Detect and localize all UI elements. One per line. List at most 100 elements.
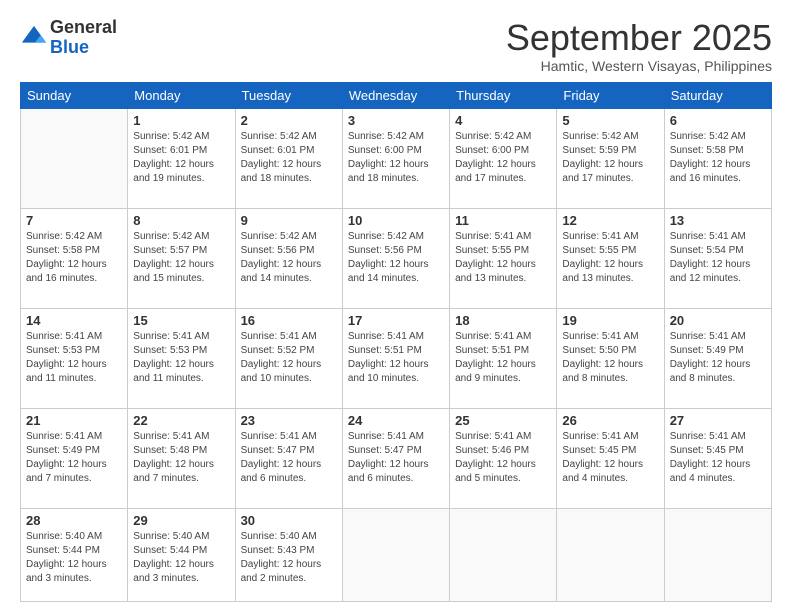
table-row: 10Sunrise: 5:42 AM Sunset: 5:56 PM Dayli… <box>342 208 449 308</box>
day-number: 8 <box>133 213 229 228</box>
day-number: 29 <box>133 513 229 528</box>
month-title: September 2025 <box>506 18 772 58</box>
day-info: Sunrise: 5:41 AM Sunset: 5:53 PM Dayligh… <box>26 330 122 386</box>
day-info: Sunrise: 5:41 AM Sunset: 5:55 PM Dayligh… <box>562 230 658 286</box>
table-row: 14 Sunrise: 5:41 AM Sunset: 5:53 PM Dayli… <box>21 308 128 408</box>
table-row: 11 Sunrise: 5:41 AM Sunset: 5:55 PM Dayli… <box>450 208 557 308</box>
day-info: Sunrise: 5:42 AM Sunset: 6:01 PM Dayligh… <box>133 130 229 186</box>
col-thursday: Thursday <box>450 82 557 108</box>
day-number: 28 <box>26 513 122 528</box>
day-info: Sunrise: 5:42 AM Sunset: 5:56 PM Dayligh… <box>241 230 337 286</box>
logo-icon <box>20 24 48 52</box>
col-wednesday: Wednesday <box>342 82 449 108</box>
day-number: 12 <box>562 213 658 228</box>
table-row <box>664 508 771 601</box>
col-friday: Friday <box>557 82 664 108</box>
day-info: Sunrise: 5:41 AM Sunset: 5:55 PM Dayligh… <box>455 230 551 286</box>
day-number: 13 <box>670 213 766 228</box>
table-row: 8 Sunrise: 5:42 AM Sunset: 5:57 PM Daylig… <box>128 208 235 308</box>
table-row: 26Sunrise: 5:41 AM Sunset: 5:45 PM Dayli… <box>557 408 664 508</box>
day-info: Sunrise: 5:41 AM Sunset: 5:48 PM Dayligh… <box>133 430 229 486</box>
day-number: 23 <box>241 413 337 428</box>
table-row: 5Sunrise: 5:42 AM Sunset: 5:59 PM Daylig… <box>557 108 664 208</box>
day-info: Sunrise: 5:41 AM Sunset: 5:51 PM Dayligh… <box>455 330 551 386</box>
day-number: 6 <box>670 113 766 128</box>
day-info: Sunrise: 5:42 AM Sunset: 5:58 PM Dayligh… <box>670 130 766 186</box>
day-number: 22 <box>133 413 229 428</box>
day-number: 19 <box>562 313 658 328</box>
table-row: 20 Sunrise: 5:41 AM Sunset: 5:49 PM Dayli… <box>664 308 771 408</box>
day-number: 2 <box>241 113 337 128</box>
day-number: 30 <box>241 513 337 528</box>
calendar-header-row: Sunday Monday Tuesday Wednesday Thursday… <box>21 82 772 108</box>
table-row <box>557 508 664 601</box>
table-row: 19 Sunrise: 5:41 AM Sunset: 5:50 PM Dayli… <box>557 308 664 408</box>
table-row: 7 Sunrise: 5:42 AM Sunset: 5:58 PM Daylig… <box>21 208 128 308</box>
day-info: Sunrise: 5:41 AM Sunset: 5:49 PM Dayligh… <box>26 430 122 486</box>
table-row: 29 Sunrise: 5:40 AM Sunset: 5:44 PM Dayli… <box>128 508 235 601</box>
day-number: 11 <box>455 213 551 228</box>
day-number: 16 <box>241 313 337 328</box>
page-header: General Blue September 2025 Hamtic, West… <box>20 18 772 74</box>
day-info: Sunrise: 5:40 AM Sunset: 5:44 PM Dayligh… <box>133 530 229 586</box>
table-row: 24 Sunrise: 5:41 AM Sunset: 5:47 PM Dayli… <box>342 408 449 508</box>
day-info: Sunrise: 5:41 AM Sunset: 5:47 PM Dayligh… <box>348 430 444 486</box>
day-info: Sunrise: 5:42 AM Sunset: 6:00 PM Dayligh… <box>348 130 444 186</box>
table-row: 22 Sunrise: 5:41 AM Sunset: 5:48 PM Dayli… <box>128 408 235 508</box>
day-number: 20 <box>670 313 766 328</box>
table-row: 18 Sunrise: 5:41 AM Sunset: 5:51 PM Dayli… <box>450 308 557 408</box>
day-info: Sunrise: 5:41 AM Sunset: 5:46 PM Dayligh… <box>455 430 551 486</box>
day-info: Sunrise: 5:41 AM Sunset: 5:50 PM Dayligh… <box>562 330 658 386</box>
day-number: 24 <box>348 413 444 428</box>
day-number: 26 <box>562 413 658 428</box>
table-row: 2 Sunrise: 5:42 AM Sunset: 6:01 PM Daylig… <box>235 108 342 208</box>
day-number: 5 <box>562 113 658 128</box>
day-info: Sunrise: 5:41 AM Sunset: 5:51 PM Dayligh… <box>348 330 444 386</box>
table-row: 15 Sunrise: 5:41 AM Sunset: 5:53 PM Dayli… <box>128 308 235 408</box>
day-info: Sunrise: 5:41 AM Sunset: 5:54 PM Dayligh… <box>670 230 766 286</box>
day-number: 3 <box>348 113 444 128</box>
table-row: 4Sunrise: 5:42 AM Sunset: 6:00 PM Daylig… <box>450 108 557 208</box>
day-info: Sunrise: 5:42 AM Sunset: 6:00 PM Dayligh… <box>455 130 551 186</box>
day-number: 14 <box>26 313 122 328</box>
day-info: Sunrise: 5:42 AM Sunset: 6:01 PM Dayligh… <box>241 130 337 186</box>
logo: General Blue <box>20 18 117 58</box>
table-row: 9 Sunrise: 5:42 AM Sunset: 5:56 PM Daylig… <box>235 208 342 308</box>
day-info: Sunrise: 5:41 AM Sunset: 5:53 PM Dayligh… <box>133 330 229 386</box>
table-row: 6 Sunrise: 5:42 AM Sunset: 5:58 PM Daylig… <box>664 108 771 208</box>
day-number: 21 <box>26 413 122 428</box>
table-row: 12 Sunrise: 5:41 AM Sunset: 5:55 PM Dayli… <box>557 208 664 308</box>
day-number: 15 <box>133 313 229 328</box>
day-info: Sunrise: 5:42 AM Sunset: 5:58 PM Dayligh… <box>26 230 122 286</box>
day-info: Sunrise: 5:41 AM Sunset: 5:52 PM Dayligh… <box>241 330 337 386</box>
table-row: 17Sunrise: 5:41 AM Sunset: 5:51 PM Dayli… <box>342 308 449 408</box>
col-tuesday: Tuesday <box>235 82 342 108</box>
day-info: Sunrise: 5:41 AM Sunset: 5:47 PM Dayligh… <box>241 430 337 486</box>
day-info: Sunrise: 5:40 AM Sunset: 5:43 PM Dayligh… <box>241 530 337 586</box>
logo-blue: Blue <box>50 38 117 58</box>
day-info: Sunrise: 5:40 AM Sunset: 5:44 PM Dayligh… <box>26 530 122 586</box>
table-row: 27Sunrise: 5:41 AM Sunset: 5:45 PM Dayli… <box>664 408 771 508</box>
table-row: 13 Sunrise: 5:41 AM Sunset: 5:54 PM Dayli… <box>664 208 771 308</box>
day-number: 1 <box>133 113 229 128</box>
col-monday: Monday <box>128 82 235 108</box>
title-area: September 2025 Hamtic, Western Visayas, … <box>506 18 772 74</box>
logo-general: General <box>50 18 117 38</box>
table-row: 25 Sunrise: 5:41 AM Sunset: 5:46 PM Dayli… <box>450 408 557 508</box>
table-row <box>21 108 128 208</box>
day-number: 18 <box>455 313 551 328</box>
day-info: Sunrise: 5:42 AM Sunset: 5:56 PM Dayligh… <box>348 230 444 286</box>
day-number: 9 <box>241 213 337 228</box>
day-info: Sunrise: 5:41 AM Sunset: 5:49 PM Dayligh… <box>670 330 766 386</box>
col-saturday: Saturday <box>664 82 771 108</box>
day-number: 25 <box>455 413 551 428</box>
table-row: 1 Sunrise: 5:42 AM Sunset: 6:01 PM Daylig… <box>128 108 235 208</box>
day-number: 7 <box>26 213 122 228</box>
table-row: 30 Sunrise: 5:40 AM Sunset: 5:43 PM Dayli… <box>235 508 342 601</box>
table-row: 16 Sunrise: 5:41 AM Sunset: 5:52 PM Dayli… <box>235 308 342 408</box>
table-row: 28 Sunrise: 5:40 AM Sunset: 5:44 PM Dayli… <box>21 508 128 601</box>
table-row: 3 Sunrise: 5:42 AM Sunset: 6:00 PM Daylig… <box>342 108 449 208</box>
day-info: Sunrise: 5:42 AM Sunset: 5:57 PM Dayligh… <box>133 230 229 286</box>
calendar-table: Sunday Monday Tuesday Wednesday Thursday… <box>20 82 772 602</box>
table-row <box>342 508 449 601</box>
